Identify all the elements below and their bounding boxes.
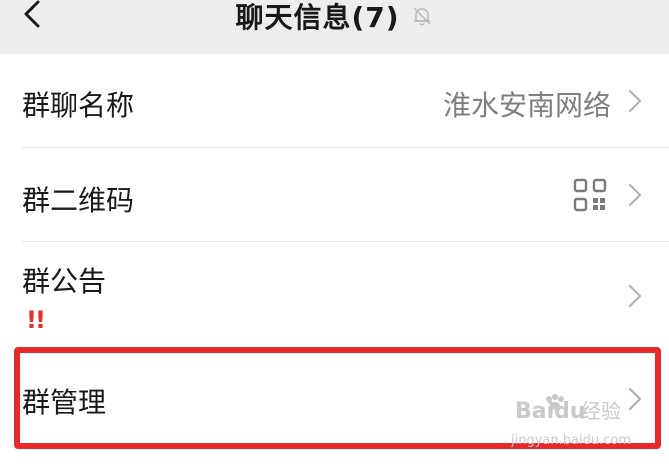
chevron-right-icon (628, 89, 642, 113)
row-label-group-name: 群聊名称 (22, 89, 135, 122)
row-group-announcement[interactable]: 群公告 !! (0, 242, 669, 347)
bell-off-icon (413, 7, 431, 26)
watermark-suffix: 经验 (581, 399, 621, 423)
row-group-name[interactable]: 群聊名称 淮水安南网络 (0, 54, 669, 148)
chevron-right-icon (628, 284, 642, 308)
row-label-group-qr: 群二维码 (22, 184, 135, 217)
row-label-group-announcement: 群公告 (22, 265, 107, 298)
navigation-bar: 聊天信息(7) (0, 0, 669, 54)
page-title: 聊天信息(7) (235, 1, 400, 34)
warning-badge: !! (26, 306, 46, 334)
title-container: 聊天信息(7) (0, 0, 669, 36)
row-group-qr-code[interactable]: 群二维码 (0, 148, 669, 242)
qr-code-icon (573, 178, 607, 212)
baidu-jingyan-watermark: Baidu 经验 jingyan.baidu.com (511, 394, 631, 448)
chevron-right-icon (628, 183, 642, 207)
watermark-brand: Baidu (515, 399, 586, 424)
watermark-url: jingyan.baidu.com (511, 433, 631, 448)
group-name-value: 淮水安南网络 (442, 89, 611, 122)
